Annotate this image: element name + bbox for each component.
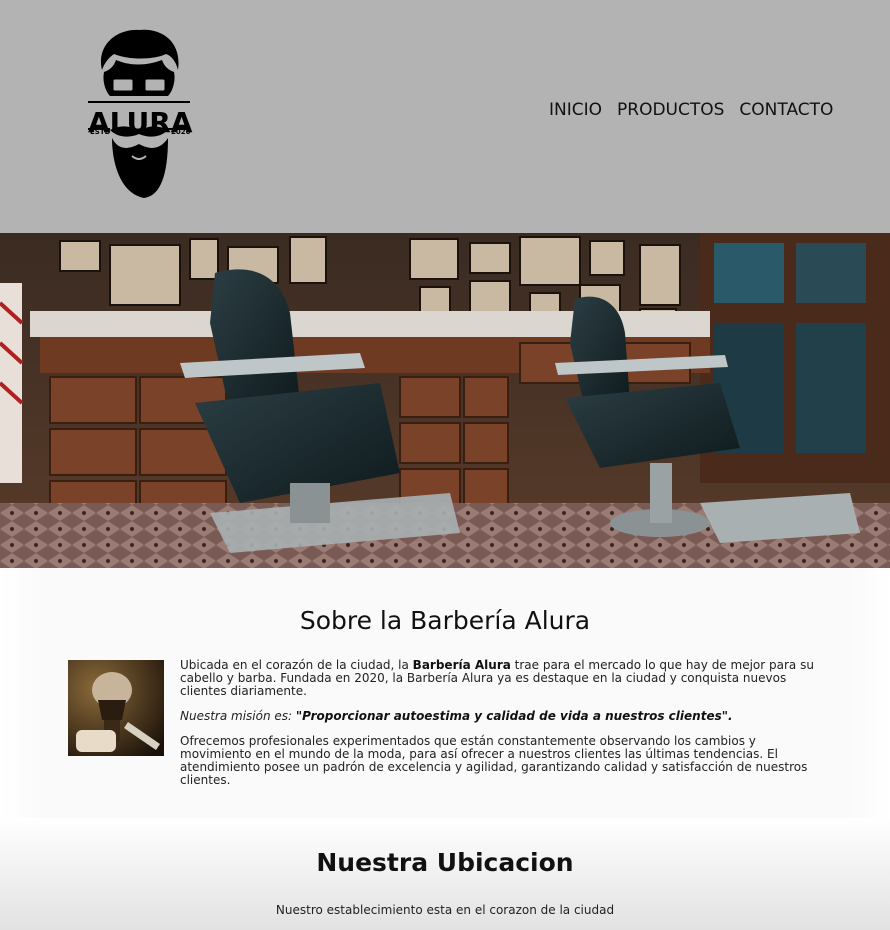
mission-statement: "Proporcionar autoestima y calidad de vi…	[295, 709, 733, 723]
location-section: Nuestra Ubicacion Nuestro establecimient…	[0, 818, 890, 930]
logo-estd: ESTD	[90, 128, 111, 136]
about-paragraph-3: Ofrecemos profesionales experimentados q…	[180, 734, 808, 787]
nav-link-productos[interactable]: PRODUCTOS	[617, 100, 724, 120]
location-subtitle: Nuestro establecimiento esta en el coraz…	[275, 903, 615, 917]
site-header: ALURA ESTD 2020 INICIO PRODUCTOS CONTACT…	[0, 0, 890, 233]
barbershop-interior-photo	[0, 233, 890, 568]
alura-logo[interactable]: ALURA ESTD 2020	[88, 26, 192, 202]
shaving-brush-razor-photo	[68, 660, 164, 756]
hero-banner	[0, 233, 890, 568]
nav-link-inicio[interactable]: INICIO	[549, 100, 602, 120]
about-title: Sobre la Barbería Alura	[299, 606, 591, 635]
about-text: Ubicada en el corazón de la ciudad, la B…	[180, 659, 820, 799]
main-nav: INICIO PRODUCTOS CONTACTO	[549, 100, 833, 120]
logo-year: 2020	[171, 128, 191, 136]
nav-link-contacto[interactable]: CONTACTO	[739, 100, 833, 120]
shaving-brush-photo	[68, 660, 164, 756]
brand-name: Barbería Alura	[412, 658, 511, 672]
about-section: Sobre la Barbería Alura Ubicada en el co…	[0, 568, 890, 818]
location-title: Nuestra Ubicacion	[316, 848, 574, 877]
about-paragraph-1: Ubicada en el corazón de la ciudad, la B…	[180, 658, 814, 698]
about-paragraph-mission: Nuestra misión es: "Proporcionar autoest…	[180, 709, 733, 723]
